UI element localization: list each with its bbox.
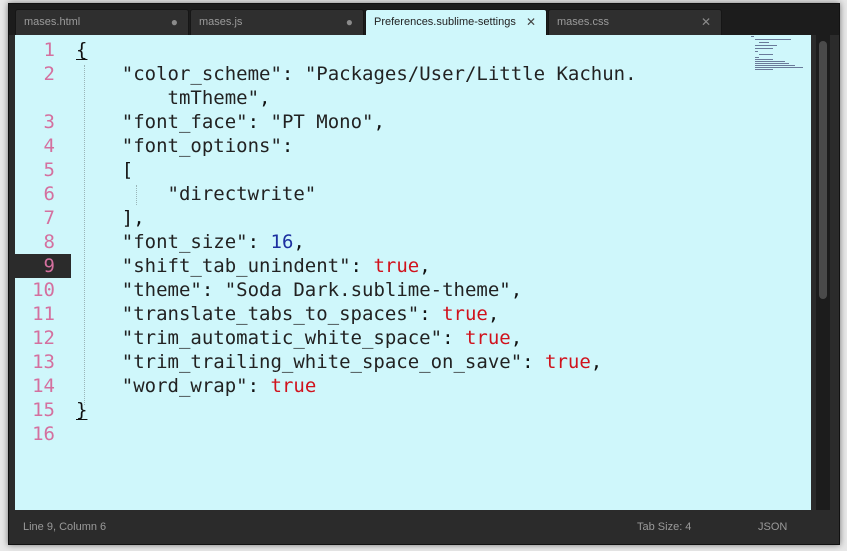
minimap[interactable] <box>751 35 809 71</box>
code-line: "directwrite" <box>76 182 317 206</box>
key: "word_wrap" <box>121 375 248 397</box>
key: "color_scheme" <box>121 63 282 85</box>
code-line: "translate_tabs_to_spaces": true, <box>121 303 500 325</box>
editor-window: mases.html ● mases.js ● Preferences.subl… <box>8 3 840 545</box>
boolean-value: true <box>442 303 488 325</box>
key: "font_size" <box>121 231 248 253</box>
code-line: } <box>76 398 87 422</box>
gutter-line: 2 <box>15 62 71 86</box>
line-number: 2 <box>43 63 55 85</box>
value: tmTheme" <box>167 87 260 109</box>
tab-bar: mases.html ● mases.js ● Preferences.subl… <box>9 4 839 35</box>
tab-mases-css[interactable]: mases.css ✕ <box>548 9 722 35</box>
boolean-value: true <box>270 375 317 397</box>
cursor-position: Line 9, Column 6 <box>23 521 107 533</box>
line-number: 12 <box>32 327 55 349</box>
gutter-line: 14 <box>15 374 71 398</box>
open-brace: { <box>76 39 88 61</box>
tab-mases-js[interactable]: mases.js ● <box>190 9 364 35</box>
close-brace: } <box>76 399 88 421</box>
key: "translate_tabs_to_spaces" <box>121 303 420 325</box>
line-number: 6 <box>43 183 55 205</box>
line-number: 4 <box>43 135 55 157</box>
key: "trim_trailing_white_space_on_save" <box>121 351 523 373</box>
boolean-value: true <box>464 327 511 349</box>
tab-preferences[interactable]: Preferences.sublime-settings ✕ <box>365 9 547 35</box>
line-number: 14 <box>32 375 55 397</box>
code-line: "font_size": 16, <box>121 231 305 253</box>
gutter-line: 12 <box>15 326 71 350</box>
gutter-line: 10 <box>15 278 71 302</box>
line-number: 8 <box>43 231 55 253</box>
tab-mases-html[interactable]: mases.html ● <box>15 9 189 35</box>
gutter-line: 16 <box>15 422 71 446</box>
value: "Soda Dark.sublime-theme" <box>224 279 511 301</box>
tab-label: Preferences.sublime-settings <box>374 16 516 28</box>
line-number: 10 <box>32 279 55 301</box>
key: "font_face" <box>121 111 248 133</box>
value: "Packages/User/Little Kachun. <box>304 63 637 85</box>
gutter-line: 3 <box>15 110 71 134</box>
code-line: "trim_automatic_white_space": true, <box>121 327 523 349</box>
tab-size-indicator[interactable]: Tab Size: 4 <box>637 521 691 533</box>
code-line: ], <box>121 207 145 229</box>
code-line: "color_scheme": "Packages/User/Little Ka… <box>121 63 637 85</box>
line-number: 5 <box>43 159 55 181</box>
gutter-line: 15 <box>15 398 71 422</box>
code-line-current: "shift_tab_unindent": true, <box>121 255 431 277</box>
code-line: "theme": "Soda Dark.sublime-theme", <box>121 279 523 301</box>
line-number: 15 <box>32 399 55 421</box>
line-number: 1 <box>43 39 55 61</box>
status-bar: Line 9, Column 6 Tab Size: 4 JSON <box>9 510 839 544</box>
gutter-line: 1 <box>15 38 71 62</box>
line-number: 16 <box>32 423 55 445</box>
unsaved-dot-icon[interactable]: ● <box>171 15 178 29</box>
line-number: 7 <box>43 207 55 229</box>
close-icon[interactable]: ✕ <box>701 15 711 29</box>
tab-label: mases.html <box>24 16 81 28</box>
value: "directwrite" <box>167 183 317 205</box>
gutter-line: 13 <box>15 350 71 374</box>
gutter-line: 7 <box>15 206 71 230</box>
gutter-line: 6 <box>15 182 71 206</box>
code-line: { <box>76 38 87 62</box>
key: "trim_automatic_white_space" <box>121 327 443 349</box>
key: "font_options" <box>121 135 282 157</box>
tab-label: mases.css <box>557 16 609 28</box>
line-number: 11 <box>32 303 55 325</box>
gutter-line: 4 <box>15 134 71 158</box>
line-number: 13 <box>32 351 55 373</box>
line-number: 9 <box>43 255 55 277</box>
boolean-value: true <box>373 255 420 277</box>
code-line: [ <box>76 158 133 182</box>
gutter-line-current: 9 <box>15 254 71 278</box>
boolean-value: true <box>545 351 591 373</box>
bracket-close: ] <box>121 207 134 229</box>
scroll-thumb[interactable] <box>819 41 827 299</box>
key: "theme" <box>121 279 202 301</box>
code-line: tmTheme", <box>167 87 271 109</box>
code-line: "word_wrap": true <box>121 375 317 397</box>
close-icon[interactable]: ✕ <box>526 15 536 29</box>
line-number: 3 <box>43 111 55 133</box>
gutter-line: 5 <box>15 158 71 182</box>
code-line: "font_options": <box>121 135 294 157</box>
code-line: "font_face": "PT Mono", <box>121 111 385 133</box>
gutter-line: 11 <box>15 302 71 326</box>
code-editor[interactable]: 1 2 3 4 5 6 7 8 9 10 11 12 13 14 15 16 {… <box>15 35 811 510</box>
syntax-indicator[interactable]: JSON <box>758 521 787 533</box>
code-line: "trim_trailing_white_space_on_save": tru… <box>121 351 603 373</box>
number-value: 16 <box>270 231 294 253</box>
bracket-open: [ <box>121 159 134 181</box>
key: "shift_tab_unindent" <box>121 255 351 277</box>
vertical-scrollbar[interactable] <box>816 35 830 510</box>
gutter-line: 8 <box>15 230 71 254</box>
value: "PT Mono" <box>270 111 374 133</box>
unsaved-dot-icon[interactable]: ● <box>346 15 353 29</box>
tab-label: mases.js <box>199 16 243 28</box>
